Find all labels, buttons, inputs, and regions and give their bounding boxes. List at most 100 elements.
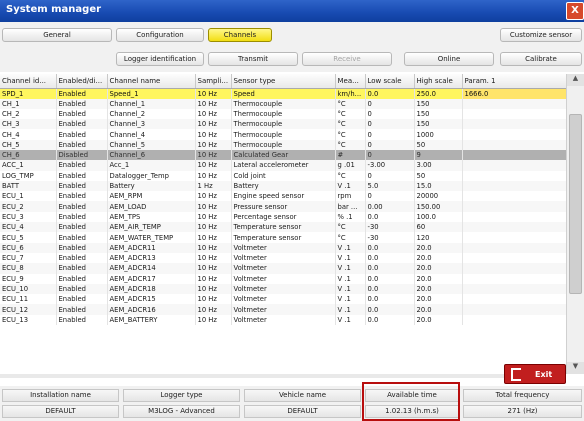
table-row[interactable]: CH_2 Enabled Channel_2 10 Hz Thermocouple °C 0… [0,108,566,120]
cell-sensor-type[interactable]: Voltmeter [231,283,336,295]
cell-param-1[interactable] [462,304,566,315]
cell-param-1[interactable] [462,294,566,305]
cell-enabled[interactable]: Enabled [56,201,108,212]
cell-enabled[interactable]: Enabled [56,170,108,181]
cell-low-scale[interactable]: 0.0 [365,252,415,264]
table-row[interactable]: ECU_1 Enabled AEM_RPM 10 Hz Engine speed sen… [0,191,566,202]
cell-sampling[interactable]: 10 Hz [195,232,232,243]
cell-channel-id[interactable]: ECU_4 [0,222,57,233]
cell-measure-unit[interactable]: V .1 [335,252,366,264]
cell-sensor-type[interactable]: Calculated Gear [231,149,336,161]
column-header-measure-unit[interactable]: Mea... [335,74,366,89]
cell-channel-id[interactable]: ECU_10 [0,283,57,295]
horizontal-scrollbar[interactable] [0,374,566,378]
table-row[interactable]: CH_6 Disabled Channel_6 10 Hz Calculated Gea… [0,149,566,161]
customize-sensor-button[interactable]: Customize sensor [500,28,582,42]
cell-param-1[interactable] [462,201,566,212]
cell-sampling[interactable]: 10 Hz [195,273,232,284]
vertical-scrollbar[interactable]: ▲ ▼ [566,74,584,374]
cell-measure-unit[interactable]: km/h... [335,88,366,99]
cell-enabled[interactable]: Enabled [56,108,108,120]
cell-sampling[interactable]: 10 Hz [195,201,232,212]
cell-high-scale[interactable]: 120 [414,232,463,243]
cell-low-scale[interactable]: 0 [365,108,415,120]
cell-enabled[interactable]: Enabled [56,191,108,202]
cell-channel-name[interactable]: Channel_3 [107,119,196,130]
cell-sensor-type[interactable]: Thermocouple [231,119,336,130]
cell-high-scale[interactable]: 20000 [414,191,463,202]
cell-sensor-type[interactable]: Cold joint [231,170,336,181]
cell-enabled[interactable]: Enabled [56,160,108,171]
cell-sensor-type[interactable]: Lateral accelerometer [231,160,336,171]
cell-high-scale[interactable]: 100.0 [414,211,463,223]
cell-sampling[interactable]: 10 Hz [195,149,232,161]
cell-channel-name[interactable]: AEM_ADCR11 [107,242,196,253]
exit-button[interactable]: Exit [504,364,566,384]
cell-param-1[interactable] [462,119,566,130]
cell-channel-name[interactable]: Speed_1 [107,88,196,99]
cell-channel-id[interactable]: ECU_13 [0,314,57,326]
cell-channel-id[interactable]: CH_3 [0,119,57,130]
cell-channel-name[interactable]: AEM_ADCR16 [107,304,196,315]
cell-enabled[interactable]: Enabled [56,263,108,274]
cell-high-scale[interactable]: 150.00 [414,201,463,212]
cell-sensor-type[interactable]: Voltmeter [231,294,336,305]
cell-low-scale[interactable]: 0.0 [365,263,415,274]
cell-low-scale[interactable]: -3.00 [365,160,415,171]
cell-channel-name[interactable]: Acc_1 [107,160,196,171]
column-header-sampling[interactable]: Sampli... [195,74,232,89]
table-row[interactable]: ECU_13 Enabled AEM_BATTERY 10 Hz Voltmeter V … [0,314,566,326]
cell-channel-name[interactable]: Datalogger_Temp [107,170,196,181]
cell-param-1[interactable] [462,263,566,274]
cell-sampling[interactable]: 10 Hz [195,88,232,99]
cell-param-1[interactable] [462,191,566,202]
cell-sampling[interactable]: 10 Hz [195,108,232,120]
cell-high-scale[interactable]: 150 [414,108,463,120]
cell-channel-id[interactable]: ECU_8 [0,263,57,274]
cell-channel-name[interactable]: AEM_AIR_TEMP [107,222,196,233]
cell-measure-unit[interactable]: °C [335,232,366,243]
cell-sampling[interactable]: 10 Hz [195,314,232,326]
cell-sensor-type[interactable]: Percentage sensor [231,211,336,223]
table-row[interactable]: ECU_11 Enabled AEM_ADCR15 10 Hz Voltmeter V .… [0,294,566,305]
cell-enabled[interactable]: Enabled [56,283,108,295]
cell-sampling[interactable]: 10 Hz [195,119,232,130]
cell-channel-id[interactable]: ECU_9 [0,273,57,284]
table-row[interactable]: ECU_3 Enabled AEM_TPS 10 Hz Percentage senso… [0,211,566,223]
cell-sensor-type[interactable]: Voltmeter [231,273,336,284]
cell-enabled[interactable]: Enabled [56,252,108,264]
cell-sensor-type[interactable]: Voltmeter [231,252,336,264]
table-row[interactable]: CH_1 Enabled Channel_1 10 Hz Thermocouple °C 0… [0,98,566,109]
scroll-thumb[interactable] [569,114,582,294]
transmit-button[interactable]: Transmit [208,52,298,66]
cell-param-1[interactable] [462,273,566,284]
cell-high-scale[interactable]: 60 [414,222,463,233]
cell-high-scale[interactable]: 20.0 [414,283,463,295]
cell-enabled[interactable]: Enabled [56,98,108,109]
tab-configuration[interactable]: Configuration [116,28,204,42]
cell-channel-id[interactable]: CH_1 [0,98,57,109]
cell-param-1[interactable] [462,139,566,150]
cell-measure-unit[interactable]: bar ... [335,201,366,212]
cell-measure-unit[interactable]: °C [335,98,366,109]
cell-channel-id[interactable]: ECU_6 [0,242,57,253]
cell-measure-unit[interactable]: °C [335,170,366,181]
cell-channel-id[interactable]: CH_4 [0,129,57,140]
cell-sensor-type[interactable]: Thermocouple [231,108,336,120]
cell-param-1[interactable] [462,211,566,223]
cell-enabled[interactable]: Enabled [56,273,108,284]
cell-high-scale[interactable]: 20.0 [414,294,463,305]
cell-enabled[interactable]: Enabled [56,222,108,233]
cell-param-1[interactable] [462,283,566,295]
table-row[interactable]: ECU_4 Enabled AEM_AIR_TEMP 10 Hz Temperature… [0,222,566,233]
cell-low-scale[interactable]: 0.0 [365,88,415,99]
cell-sampling[interactable]: 10 Hz [195,263,232,274]
cell-high-scale[interactable]: 50 [414,170,463,181]
cell-channel-id[interactable]: ECU_3 [0,211,57,223]
receive-button[interactable]: Receive [302,52,392,66]
cell-param-1[interactable] [462,314,566,326]
column-header-high-scale[interactable]: High scale [414,74,463,89]
cell-sensor-type[interactable]: Voltmeter [231,304,336,315]
cell-channel-name[interactable]: AEM_ADCR17 [107,273,196,284]
cell-measure-unit[interactable]: V .1 [335,314,366,326]
